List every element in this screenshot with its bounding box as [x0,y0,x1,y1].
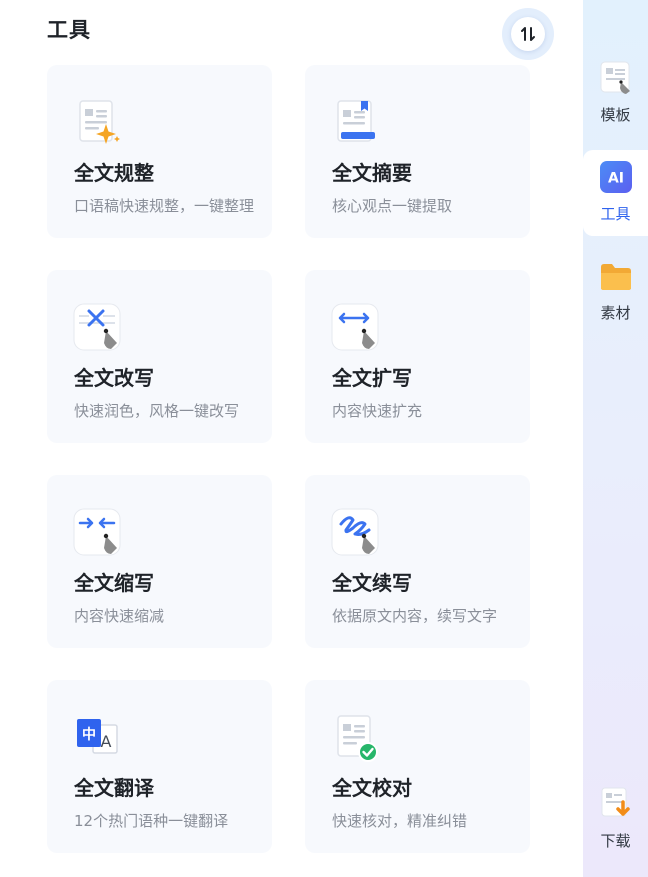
tool-card-summary[interactable]: 全文摘要 核心观点一键提取 [305,65,530,238]
tool-name: 全文改写 [74,366,154,390]
tool-card-regularize[interactable]: 全文规整 口语稿快速规整，一键整理 [47,65,272,238]
expand-pen-icon [331,303,381,353]
main-panel: 工具 全文规整 口语稿快速规整，一键整理 全文摘要 核心观点一键提取 全文改写 … [0,0,583,877]
sidebar-item-download[interactable]: 下载 [583,786,648,851]
doc-check-icon [331,713,381,763]
tool-card-continue[interactable]: 全文续写 依据原文内容，续写文字 [305,475,530,648]
ai-tools-icon: AI [599,161,632,197]
translate-icon: 中 A [73,713,123,763]
tool-card-proofread[interactable]: 全文校对 快速核对，精准纠错 [305,680,530,853]
tool-card-shrink[interactable]: 全文缩写 内容快速缩减 [47,475,272,648]
folder-icon [600,262,632,296]
tool-card-translate[interactable]: 中 A 全文翻译 12个热门语种一键翻译 [47,680,272,853]
tool-desc: 内容快速缩减 [74,607,165,625]
translate-glyph-zh: 中 [82,726,96,743]
sidebar-item-label: 工具 [600,205,631,223]
sidebar-item-template[interactable]: 模板 [583,60,648,125]
tool-desc: 内容快速扩充 [332,402,423,420]
sidebar-item-label: 模板 [600,106,631,124]
tool-name: 全文续写 [332,571,412,595]
sort-button[interactable] [502,8,554,60]
continue-pen-icon [331,508,381,558]
tool-name: 全文规整 [74,161,154,185]
tool-name: 全文扩写 [332,366,412,390]
tool-name: 全文缩写 [74,571,154,595]
sidebar-item-label: 素材 [600,304,631,322]
sidebar-item-tools[interactable]: AI 工具 [583,150,648,236]
right-sidebar: 模板 AI 工具 素材 下载 [583,0,648,877]
doc-bookmark-icon [331,98,381,148]
tool-grid: 全文规整 口语稿快速规整，一键整理 全文摘要 核心观点一键提取 全文改写 快速润… [47,65,530,853]
shrink-pen-icon [73,508,123,558]
tool-name: 全文摘要 [332,161,412,185]
sidebar-item-label: 下载 [600,832,631,850]
tool-name: 全文校对 [332,776,412,800]
tool-name: 全文翻译 [74,776,154,800]
tool-desc: 12个热门语种一键翻译 [74,812,229,830]
translate-glyph-en: A [101,732,112,751]
ai-icon-text: AI [607,171,623,187]
tool-desc: 核心观点一键提取 [332,197,453,215]
sort-icon [511,17,545,51]
sidebar-item-materials[interactable]: 素材 [583,262,648,327]
download-icon [599,786,633,824]
tool-desc: 快速润色，风格一键改写 [74,402,240,420]
tool-desc: 依据原文内容，续写文字 [332,607,498,625]
page-title: 工具 [47,18,91,42]
template-icon [599,60,633,98]
tool-desc: 快速核对，精准纠错 [332,812,468,830]
tool-desc: 口语稿快速规整，一键整理 [74,197,255,215]
page: 工具 全文规整 口语稿快速规整，一键整理 全文摘要 核心观点一键提取 全文改写 … [0,0,648,877]
rewrite-pen-icon [73,303,123,353]
doc-sparkle-icon [73,98,123,148]
tool-card-expand[interactable]: 全文扩写 内容快速扩充 [305,270,530,443]
tool-card-rewrite[interactable]: 全文改写 快速润色，风格一键改写 [47,270,272,443]
